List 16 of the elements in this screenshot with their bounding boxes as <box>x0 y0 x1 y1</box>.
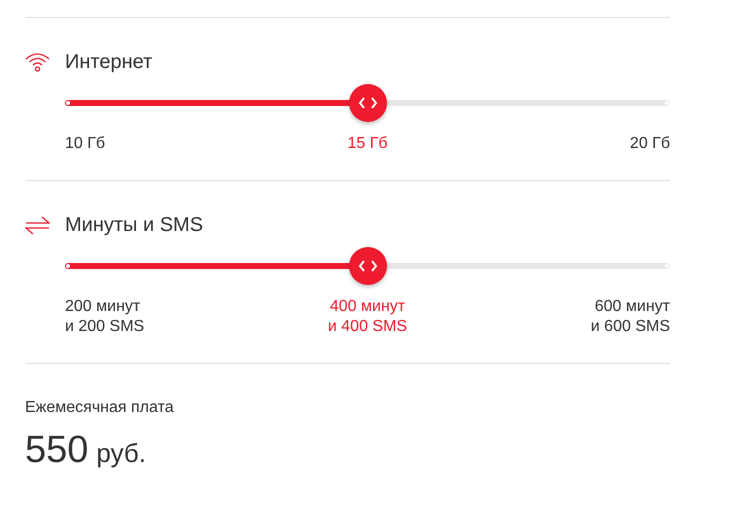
slider-value-label[interactable]: 400 минут и 400 SMS <box>328 297 408 337</box>
price-amount: 550 <box>25 429 88 472</box>
slider-value-label[interactable]: 600 минут и 600 SMS <box>590 297 670 337</box>
slider[interactable] <box>65 247 670 285</box>
slider-value-label[interactable]: 200 минут и 200 SMS <box>65 297 144 337</box>
slider-value-label[interactable]: 20 Гб <box>630 134 670 154</box>
slider-handle[interactable] <box>348 247 386 285</box>
currency: руб. <box>96 438 146 469</box>
slider-value-label[interactable]: 15 Гб <box>347 134 388 154</box>
wifi-icon <box>25 51 50 73</box>
slider-handle[interactable] <box>348 84 386 122</box>
slider[interactable] <box>65 84 670 122</box>
slider-value-label[interactable]: 10 Гб <box>65 134 106 154</box>
fee-label: Ежемесячная плата <box>25 399 175 417</box>
section-title: Минуты и SMS <box>65 214 204 236</box>
section-title: Интернет <box>65 50 152 74</box>
